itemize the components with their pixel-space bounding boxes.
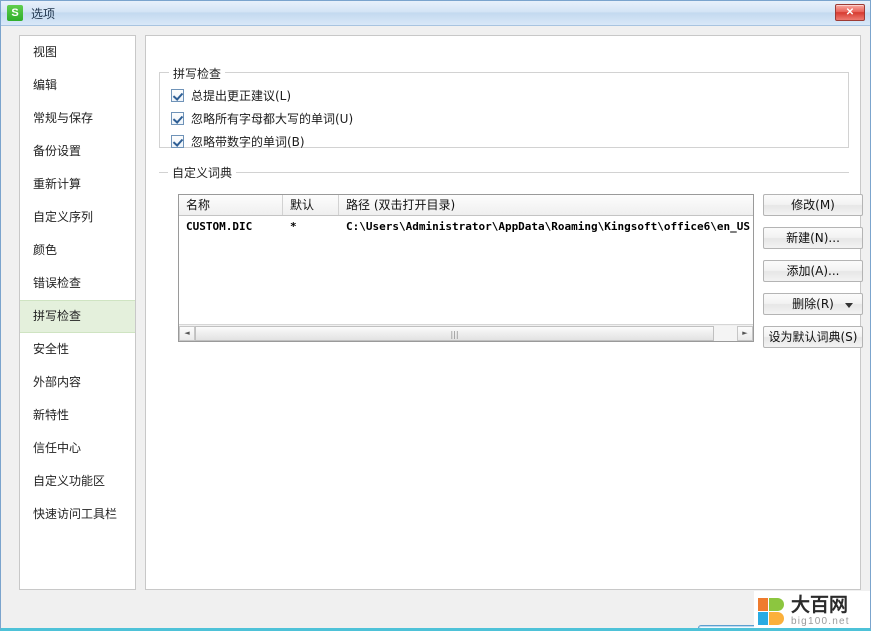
window-title: 选项 (31, 6, 56, 21)
scrollbar-track[interactable]: ||| (195, 325, 737, 341)
sidebar-item-label: 信任中心 (33, 441, 82, 455)
dialog-content: 视图 编辑 常规与保存 备份设置 重新计算 自定义序列 颜色 错误检查 拼写检查 安全性 外部内容新… (1, 27, 870, 628)
sidebar-item-label: 颜色 (33, 243, 58, 257)
spreadsheet-s-icon: S (7, 5, 23, 21)
big100-logo-icon (758, 598, 785, 625)
watermark-logo: 大百网 big100.net (754, 591, 870, 628)
checkbox-row-suggest[interactable]: 总提出更正建议(L) (171, 87, 291, 104)
table-row[interactable]: CUSTOM.DIC * C:\Users\Administrator\AppD… (179, 216, 753, 238)
sidebar-item-3[interactable]: 备份设置 (20, 135, 135, 168)
sidebar-item-label: 重新计算 (33, 177, 82, 191)
watermark-en-text: big100.net (791, 616, 850, 627)
new-button[interactable]: 新建(N)... (763, 227, 863, 249)
cell-path: C:\Users\Administrator\AppData\Roaming\K… (346, 220, 750, 233)
watermark-text: 大百网 big100.net (791, 596, 850, 627)
title-bar[interactable]: S 选项 ✕ (1, 1, 870, 26)
custom-dictionary-group: 自定义词典 名称 默认 路径 (双击打开目录) CUSTOM.DIC * C:\… (159, 164, 863, 362)
sidebar-item-label: 常规与保存 (33, 111, 94, 125)
sidebar-item-7[interactable]: 错误检查 (20, 267, 135, 300)
logo-square-blue (758, 612, 768, 625)
spell-check-group: 拼写检查 总提出更正建议(L) 忽略所有字母都大写的单词(U) 忽略带数字的单词… (159, 65, 849, 150)
sidebar-item-2[interactable]: 常规与保存 (20, 102, 135, 135)
checkbox-icon[interactable] (171, 135, 184, 148)
sidebar-item-label: 视图 (33, 45, 58, 59)
sidebar-item-11[interactable]: 新特性 (20, 399, 135, 432)
logo-square-green (769, 598, 784, 611)
dictionary-list[interactable]: 名称 默认 路径 (双击打开目录) CUSTOM.DIC * C:\Users\… (178, 194, 754, 342)
options-main-panel: 拼写检查 总提出更正建议(L) 忽略所有字母都大写的单词(U) 忽略带数字的单词… (145, 35, 863, 590)
sidebar-item-9[interactable]: 安全性 (20, 333, 135, 366)
options-dialog-window: S 选项 ✕ 视图 编辑 常规与保存 备份设置 重新计算 自定义序列 颜色 错误检查 拼写检查安… (0, 0, 871, 631)
sidebar-item-label: 自定义功能区 (33, 474, 106, 488)
add-button-label: 添加(A)... (786, 264, 840, 278)
logo-square-yellow (769, 612, 784, 625)
checkbox-icon[interactable] (171, 112, 184, 125)
category-sidebar[interactable]: 视图编辑常规与保存备份设置重新计算自定义序列颜色错误检查拼写检查安全性外部内容新… (19, 35, 136, 590)
checkbox-icon[interactable] (171, 89, 184, 102)
spell-check-group-title: 拼写检查 (169, 65, 226, 82)
cell-default: * (290, 220, 297, 233)
column-header-path[interactable]: 路径 (双击打开目录) (339, 195, 753, 215)
new-button-label: 新建(N)... (786, 231, 840, 245)
sidebar-item-14[interactable]: 快速访问工具栏 (20, 498, 135, 531)
column-header-default[interactable]: 默认 (283, 195, 339, 215)
sidebar-item-13[interactable]: 自定义功能区 (20, 465, 135, 498)
cell-name: CUSTOM.DIC (186, 220, 253, 233)
modify-button[interactable]: 修改(M) (763, 194, 863, 216)
checkbox-row-ignore-uppercase[interactable]: 忽略所有字母都大写的单词(U) (171, 110, 353, 127)
scrollbar-grip-icon: ||| (450, 329, 459, 339)
checkbox-label: 总提出更正建议(L) (191, 89, 292, 103)
logo-square-orange (758, 598, 768, 611)
sidebar-item-label: 快速访问工具栏 (33, 507, 118, 521)
set-default-dictionary-button[interactable]: 设为默认词典(S) (763, 326, 863, 348)
sidebar-item-label: 拼写检查 (33, 309, 82, 323)
sidebar-item-0[interactable]: 视图 (20, 36, 135, 69)
set-default-dictionary-button-label: 设为默认词典(S) (768, 330, 858, 344)
add-button[interactable]: 添加(A)... (763, 260, 863, 282)
sidebar-item-12[interactable]: 信任中心 (20, 432, 135, 465)
checkbox-row-ignore-numbers[interactable]: 忽略带数字的单词(B) (171, 133, 305, 150)
sidebar-item-1[interactable]: 编辑 (20, 69, 135, 102)
delete-button-label: 删除(R) (792, 297, 834, 311)
modify-button-label: 修改(M) (791, 198, 835, 212)
sidebar-item-6[interactable]: 颜色 (20, 234, 135, 267)
scrollbar-thumb[interactable]: ||| (195, 325, 714, 341)
sidebar-item-10[interactable]: 外部内容 (20, 366, 135, 399)
checkbox-label: 忽略带数字的单词(B) (191, 135, 305, 149)
dictionary-list-header: 名称 默认 路径 (双击打开目录) (179, 195, 753, 216)
sidebar-item-label: 编辑 (33, 78, 58, 92)
horizontal-scrollbar[interactable]: ◄ ||| ► (179, 324, 753, 341)
sidebar-item-label: 新特性 (33, 408, 70, 422)
watermark-cn-text: 大百网 (791, 594, 849, 616)
sidebar-item-label: 备份设置 (33, 144, 82, 158)
sidebar-item-8[interactable]: 拼写检查 (20, 300, 135, 333)
delete-button[interactable]: 删除(R) (763, 293, 863, 315)
custom-dictionary-group-title: 自定义词典 (168, 164, 237, 181)
scroll-left-arrow-icon[interactable]: ◄ (179, 325, 195, 341)
checkbox-label: 忽略所有字母都大写的单词(U) (191, 112, 354, 126)
column-header-name[interactable]: 名称 (179, 195, 283, 215)
sidebar-item-label: 安全性 (33, 342, 70, 356)
scroll-right-arrow-icon[interactable]: ► (737, 325, 753, 341)
chevron-down-icon[interactable] (845, 303, 853, 308)
sidebar-item-4[interactable]: 重新计算 (20, 168, 135, 201)
sidebar-item-label: 错误检查 (33, 276, 82, 290)
sidebar-item-label: 自定义序列 (33, 210, 94, 224)
sidebar-item-5[interactable]: 自定义序列 (20, 201, 135, 234)
sidebar-item-label: 外部内容 (33, 375, 82, 389)
close-icon[interactable]: ✕ (835, 4, 865, 21)
